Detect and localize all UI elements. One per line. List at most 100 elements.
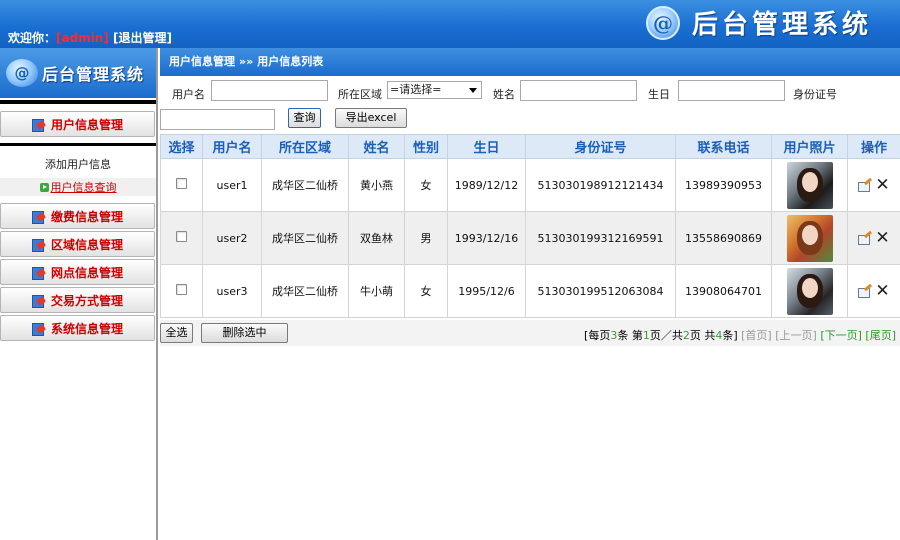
username-cell: user2 bbox=[202, 211, 262, 265]
pager-page-prefix: 第 bbox=[631, 329, 643, 342]
transaction-icon bbox=[31, 294, 47, 308]
delete-icon[interactable]: ✕ bbox=[875, 282, 889, 299]
name-input[interactable] bbox=[520, 80, 637, 101]
name-label: 姓名 bbox=[493, 88, 515, 101]
column-header: 用户照片 bbox=[771, 134, 848, 159]
query-button[interactable]: 查询 bbox=[288, 108, 321, 128]
menu-payment-info[interactable]: 缴费信息管理 bbox=[0, 203, 155, 229]
actions-cell: ✕ bbox=[847, 264, 900, 318]
region-icon bbox=[31, 238, 47, 252]
sidebar-logo-emblem-icon: @ bbox=[6, 59, 38, 87]
region-cell: 成华区二仙桥 bbox=[261, 158, 349, 212]
pager-page-suffix: 页 bbox=[689, 329, 701, 342]
payment-icon bbox=[31, 210, 47, 224]
edit-icon[interactable] bbox=[858, 180, 872, 192]
region-cell: 成华区二仙桥 bbox=[261, 264, 349, 318]
select-cell bbox=[160, 264, 203, 318]
submenu-query-label: 用户信息查询 bbox=[50, 181, 117, 194]
sidebar-divider bbox=[0, 100, 156, 104]
username-label: 用户名 bbox=[172, 88, 205, 101]
sidebar-logo-title: 后台管理系统 bbox=[42, 65, 145, 84]
outlet-icon bbox=[31, 266, 47, 280]
region-select[interactable]: =请选择= bbox=[387, 81, 482, 99]
pagination: [每页3条 第1页／共2页 共4条] [首页] [上一页] [下一页] [尾页] bbox=[584, 327, 896, 343]
delete-icon[interactable]: ✕ bbox=[875, 176, 889, 193]
pager-last-link[interactable]: [尾页] bbox=[865, 329, 896, 342]
pager-next-link[interactable]: [下一页] bbox=[820, 329, 862, 342]
column-header: 身份证号 bbox=[525, 134, 676, 159]
select-all-button[interactable]: 全选 bbox=[160, 323, 193, 343]
menu-outlet-info[interactable]: 网点信息管理 bbox=[0, 259, 155, 285]
actions-cell: ✕ bbox=[847, 211, 900, 265]
phone-cell: 13558690869 bbox=[675, 211, 772, 265]
name-cell: 黄小燕 bbox=[348, 158, 405, 212]
phone-cell: 13908064701 bbox=[675, 264, 772, 318]
region-label: 所在区域 bbox=[338, 88, 382, 101]
user-table: 选择 用户名 所在区域 姓名 性别 生日 身份证号 联系电话 用户照片 操作 u… bbox=[160, 134, 900, 318]
menu-user-info[interactable]: 用户信息管理 bbox=[0, 111, 155, 137]
idcard-cell: 513030199512063084 bbox=[525, 264, 676, 318]
name-cell: 双鱼林 bbox=[348, 211, 405, 265]
select-cell bbox=[160, 158, 203, 212]
sidebar: @ 后台管理系统 用户信息管理 添加用户信息 用户信息查询 缴费信息管理 区域信… bbox=[0, 48, 158, 540]
user-photo bbox=[786, 214, 833, 262]
table-row: user1 成华区二仙桥 黄小燕 女 1989/12/12 5130301989… bbox=[160, 158, 900, 212]
sidebar-logo: @ 后台管理系统 bbox=[0, 48, 156, 98]
phone-cell: 13989390953 bbox=[675, 158, 772, 212]
pager-per-page-suffix: 条 bbox=[617, 329, 629, 342]
submenu-add-user[interactable]: 添加用户信息 bbox=[0, 154, 156, 176]
welcome-prefix: 欢迎你： bbox=[8, 31, 57, 45]
pager-page-mid: 页／共 bbox=[649, 329, 683, 342]
idcard-cell: 513030198912121434 bbox=[525, 158, 676, 212]
search-form: 用户名 所在区域 =请选择= 姓名 生日 身份证号 bbox=[160, 78, 900, 104]
breadcrumb-page: 用户信息列表 bbox=[257, 55, 324, 68]
system-icon bbox=[31, 322, 47, 336]
row-checkbox[interactable] bbox=[176, 231, 187, 242]
column-header: 操作 bbox=[847, 134, 900, 159]
column-header: 选择 bbox=[160, 134, 203, 159]
birthday-input[interactable] bbox=[678, 80, 785, 101]
current-username: [admin] bbox=[56, 31, 109, 45]
menu-region-info[interactable]: 区域信息管理 bbox=[0, 231, 155, 257]
delete-selected-button[interactable]: 删除选中 bbox=[201, 323, 288, 343]
menu-label: 交易方式管理 bbox=[50, 293, 123, 308]
column-header: 姓名 bbox=[348, 134, 405, 159]
submenu-query-user[interactable]: 用户信息查询 bbox=[0, 178, 156, 196]
idcard-label: 身份证号 bbox=[793, 88, 837, 101]
pager-total-prefix: 共 bbox=[704, 329, 716, 342]
pager-current-page: 1 bbox=[642, 329, 650, 342]
column-header: 用户名 bbox=[202, 134, 262, 159]
delete-icon[interactable]: ✕ bbox=[875, 229, 889, 246]
arrow-right-icon bbox=[39, 182, 49, 192]
user-photo bbox=[786, 267, 833, 315]
pager-prev-link[interactable]: [上一页] bbox=[775, 329, 817, 342]
logo-emblem-icon: @ bbox=[645, 5, 680, 40]
pager-per-page-prefix: [每页 bbox=[584, 329, 611, 342]
edit-icon[interactable] bbox=[858, 233, 872, 245]
idcard-cell: 513030199312169591 bbox=[525, 211, 676, 265]
idcard-input[interactable] bbox=[160, 109, 275, 130]
row-checkbox[interactable] bbox=[176, 178, 187, 189]
photo-cell bbox=[771, 264, 848, 318]
menu-label: 用户信息管理 bbox=[50, 117, 123, 132]
user-manage-icon bbox=[31, 118, 47, 132]
breadcrumb: 用户信息管理 »» 用户信息列表 bbox=[160, 48, 900, 76]
username-input[interactable] bbox=[211, 80, 328, 101]
chevron-down-icon bbox=[469, 88, 477, 93]
breadcrumb-separator: »» bbox=[239, 55, 254, 68]
birthday-label: 生日 bbox=[648, 88, 670, 101]
column-header: 联系电话 bbox=[675, 134, 772, 159]
row-checkbox[interactable] bbox=[176, 284, 187, 295]
pager-first-link[interactable]: [首页] bbox=[741, 329, 772, 342]
pager-total-suffix: 条] bbox=[722, 329, 738, 342]
table-row: user3 成华区二仙桥 牛小萌 女 1995/12/6 51303019951… bbox=[160, 264, 900, 318]
actions-cell: ✕ bbox=[847, 158, 900, 212]
menu-system-info[interactable]: 系统信息管理 bbox=[0, 315, 155, 341]
menu-transaction-method[interactable]: 交易方式管理 bbox=[0, 287, 155, 313]
edit-icon[interactable] bbox=[858, 286, 872, 298]
gender-cell: 男 bbox=[404, 211, 448, 265]
export-excel-button[interactable]: 导出excel bbox=[335, 108, 407, 128]
birthday-cell: 1989/12/12 bbox=[447, 158, 526, 212]
gender-cell: 女 bbox=[404, 264, 448, 318]
logout-link[interactable]: [退出管理] bbox=[113, 31, 172, 45]
